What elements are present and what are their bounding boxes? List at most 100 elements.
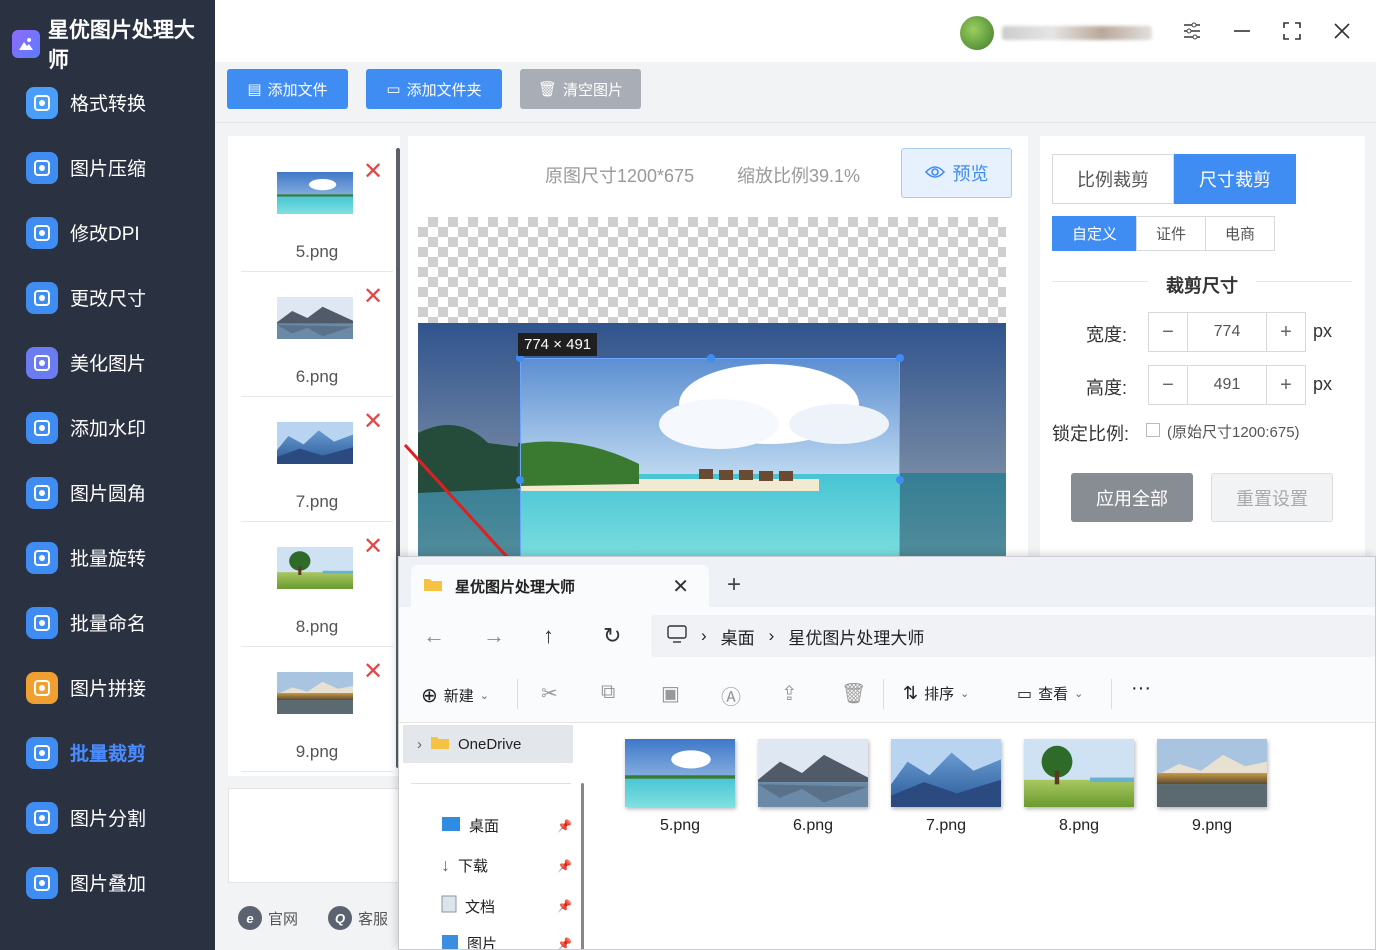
view-button[interactable]: ▭ 查看 ⌄ — [1017, 683, 1083, 704]
maximize-icon[interactable] — [1277, 16, 1307, 46]
address-bar[interactable]: › 桌面 › 星优图片处理大师 — [651, 615, 1375, 657]
file-list-item[interactable]: ✕ 8.png — [241, 523, 393, 647]
apply-all-button[interactable]: 应用全部 — [1071, 473, 1193, 522]
new-button[interactable]: ⊕ 新建 ⌄ — [421, 683, 489, 708]
delete-file-icon[interactable]: ✕ — [363, 660, 383, 684]
sidebar-item-image-convert[interactable]: 格式转换 — [0, 70, 215, 135]
pin-icon[interactable]: 📌 — [557, 899, 572, 913]
file-icon: ▤ — [247, 81, 262, 98]
file-list-item[interactable]: ✕ 6.png — [241, 273, 393, 397]
sidebar-item-beautify[interactable]: 美化图片 — [0, 330, 215, 395]
sidebar-item-documents[interactable]: 文档 — [441, 895, 495, 917]
divider — [1111, 679, 1112, 709]
crop-handle[interactable] — [896, 476, 904, 484]
website-link[interactable]: e 官网 — [238, 906, 298, 930]
tab-ecommerce[interactable]: 电商 — [1205, 216, 1275, 251]
delete-file-icon[interactable]: ✕ — [363, 535, 383, 559]
plus-icon[interactable]: + — [1267, 366, 1305, 404]
avatar[interactable] — [960, 16, 994, 50]
sidebar-item-pictures[interactable]: 图片 — [441, 933, 497, 950]
tab-custom[interactable]: 自定义 — [1052, 216, 1137, 251]
explorer-tab[interactable]: 星优图片处理大师 ✕ — [411, 565, 709, 607]
tab-id-photo[interactable]: 证件 — [1136, 216, 1206, 251]
minus-icon[interactable]: − — [1149, 313, 1187, 351]
explorer-file-item[interactable]: 8.png — [1024, 739, 1134, 835]
lock-ratio-checkbox[interactable] — [1146, 423, 1160, 437]
width-value[interactable]: 774 — [1187, 313, 1267, 351]
close-icon[interactable] — [1327, 16, 1357, 46]
new-tab-icon[interactable]: + — [727, 571, 741, 599]
sort-button[interactable]: ⇅ 排序 ⌄ — [903, 683, 969, 704]
sidebar-item-crop[interactable]: 批量裁剪 — [0, 720, 215, 785]
rename-icon[interactable]: Ⓐ — [721, 681, 741, 710]
back-icon[interactable]: ← — [423, 623, 445, 649]
add-folder-button[interactable]: ▭ 添加文件夹 — [366, 69, 502, 109]
sidebar-item-round-corner[interactable]: 图片圆角 — [0, 460, 215, 525]
delete-icon[interactable]: 🗑 — [841, 681, 866, 706]
sort-label: 排序 — [924, 686, 955, 703]
refresh-icon[interactable]: ↻ — [603, 623, 621, 649]
plus-icon[interactable]: + — [1267, 313, 1305, 351]
preview-button[interactable]: 预览 — [901, 148, 1012, 198]
onedrive-label: OneDrive — [458, 735, 522, 753]
sidebar-item-rename[interactable]: 批量命名 — [0, 590, 215, 655]
add-file-button[interactable]: ▤ 添加文件 — [227, 69, 348, 109]
sidebar-item-resize[interactable]: 更改尺寸 — [0, 265, 215, 330]
height-value[interactable]: 491 — [1187, 366, 1267, 404]
explorer-file-item[interactable]: 5.png — [625, 739, 735, 835]
breadcrumb-folder[interactable]: 星优图片处理大师 — [788, 624, 924, 649]
explorer-file-item[interactable]: 7.png — [891, 739, 1001, 835]
download-icon: ↓ — [441, 855, 450, 875]
service-link[interactable]: Q 客服 — [328, 906, 388, 930]
delete-file-icon[interactable]: ✕ — [363, 410, 383, 434]
copy-icon[interactable]: ⧉ — [601, 681, 615, 704]
delete-file-icon[interactable]: ✕ — [363, 285, 383, 309]
close-tab-icon[interactable]: ✕ — [672, 574, 689, 599]
height-stepper[interactable]: − 491 + — [1148, 365, 1306, 405]
explorer-file-item[interactable]: 6.png — [758, 739, 868, 835]
sidebar-item-desktop[interactable]: 桌面 — [441, 815, 499, 836]
crop-canvas[interactable] — [418, 217, 1006, 557]
sidebar-scrollbar[interactable] — [581, 783, 584, 949]
crop-handle[interactable] — [707, 354, 715, 362]
user-info[interactable] — [960, 16, 1152, 50]
cut-icon[interactable]: ✂ — [541, 681, 558, 706]
tab-ratio-crop[interactable]: 比例裁剪 — [1052, 154, 1174, 204]
forward-icon[interactable]: → — [483, 623, 505, 649]
clear-images-button[interactable]: 🗑 清空图片 — [520, 69, 641, 109]
sidebar-item-compress[interactable]: 图片压缩 — [0, 135, 215, 200]
sidebar-item-dpi[interactable]: 修改DPI — [0, 200, 215, 265]
settings-icon[interactable] — [1177, 16, 1207, 46]
width-stepper[interactable]: − 774 + — [1148, 312, 1306, 352]
sidebar-item-onedrive[interactable]: › OneDrive — [403, 725, 573, 763]
sidebar-item-downloads[interactable]: ↓ 下载 — [441, 855, 488, 876]
tab-size-crop[interactable]: 尺寸裁剪 — [1174, 154, 1296, 204]
sidebar-item-layers[interactable]: 图片叠加 — [0, 850, 215, 915]
sidebar-item-puzzle[interactable]: 图片拼接 — [0, 655, 215, 720]
crop-handle[interactable] — [516, 476, 524, 484]
pictures-icon — [441, 934, 459, 950]
file-list-item[interactable]: ✕ 5.png — [241, 148, 393, 272]
pin-icon[interactable]: 📌 — [557, 859, 572, 873]
file-list-item[interactable]: ✕ 7.png — [241, 398, 393, 522]
reset-button[interactable]: 重置设置 — [1211, 473, 1333, 522]
crop-handle[interactable] — [896, 354, 904, 362]
minimize-icon[interactable] — [1227, 16, 1257, 46]
minus-icon[interactable]: − — [1149, 366, 1187, 404]
pin-icon[interactable]: 📌 — [557, 937, 572, 949]
sidebar-item-rotate[interactable]: 批量旋转 — [0, 525, 215, 590]
share-icon[interactable]: ⇪ — [781, 681, 798, 706]
explorer-file-item[interactable]: 9.png — [1157, 739, 1267, 835]
up-icon[interactable]: ↑ — [543, 623, 554, 649]
delete-file-icon[interactable]: ✕ — [363, 160, 383, 184]
crop-selection-box[interactable] — [520, 358, 900, 557]
paste-icon[interactable]: ▣ — [661, 681, 680, 706]
pin-icon[interactable]: 📌 — [557, 819, 572, 833]
file-list-item[interactable]: ✕ 9.png — [241, 648, 393, 772]
chevron-right-icon: › — [417, 735, 422, 753]
sidebar-item-watermark[interactable]: 添加水印 — [0, 395, 215, 460]
sidebar-item-split[interactable]: 图片分割 — [0, 785, 215, 850]
breadcrumb-desktop[interactable]: 桌面 — [721, 624, 755, 649]
more-icon[interactable]: ··· — [1131, 677, 1151, 700]
file-thumbnail — [277, 297, 353, 339]
